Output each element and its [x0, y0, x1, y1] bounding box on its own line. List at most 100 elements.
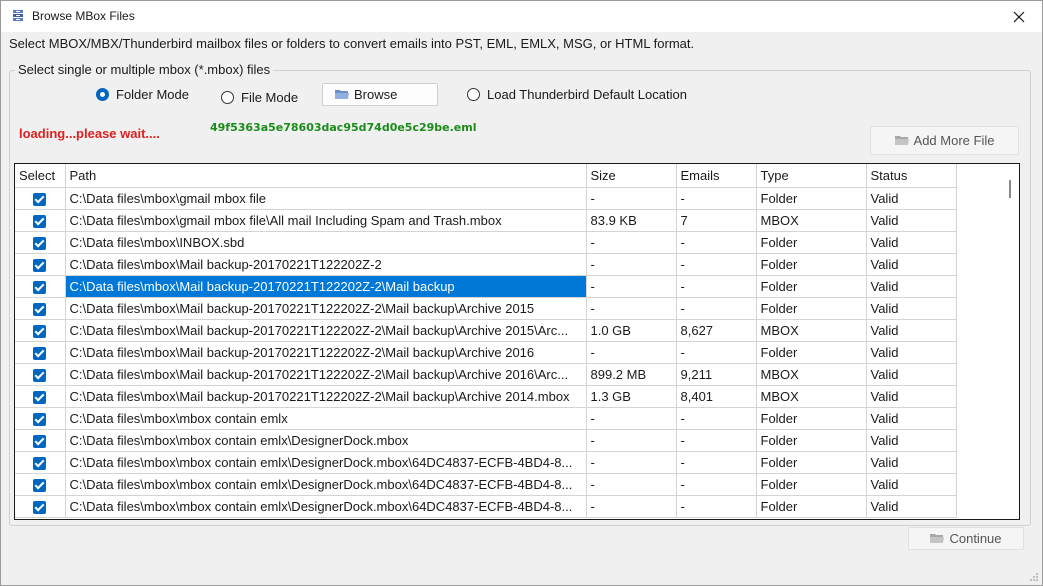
path-cell: C:\Data files\mbox\Mail backup-20170221T…	[65, 275, 587, 298]
size-cell: -	[586, 297, 677, 320]
row-checkbox[interactable]	[33, 500, 47, 514]
path-cell: C:\Data files\mbox\INBOX.sbd	[65, 231, 587, 254]
status-cell: Valid	[866, 253, 957, 276]
emails-cell: 9,211	[676, 363, 757, 386]
status-cell: Valid	[866, 473, 957, 496]
table-row[interactable]: C:\Data files\mbox\mbox contain emlx\Des…	[15, 429, 957, 452]
folder-mode-radio[interactable]: Folder Mode	[96, 87, 189, 102]
browse-button[interactable]: Browse	[322, 83, 438, 106]
path-cell: C:\Data files\mbox\Mail backup-20170221T…	[65, 253, 587, 276]
emails-cell: -	[676, 297, 757, 320]
emails-cell: -	[676, 187, 757, 210]
row-select-cell	[15, 253, 66, 276]
status-cell: Valid	[866, 231, 957, 254]
type-cell: Folder	[756, 495, 867, 518]
folder-icon	[930, 534, 945, 543]
path-cell: C:\Data files\mbox\mbox contain emlx\Des…	[65, 473, 587, 496]
table-row[interactable]: C:\Data files\mbox\Mail backup-20170221T…	[15, 341, 957, 364]
thunderbird-default-radio[interactable]: Load Thunderbird Default Location	[467, 87, 687, 102]
radio-unchecked-indicator	[467, 88, 480, 101]
size-cell: -	[586, 473, 677, 496]
type-cell: Folder	[756, 451, 867, 474]
column-header-type[interactable]: Type	[756, 164, 867, 188]
file-mode-radio[interactable]: File Mode	[221, 90, 298, 105]
table-row[interactable]: C:\Data files\mbox\Mail backup-20170221T…	[15, 253, 957, 276]
path-cell: C:\Data files\mbox\mbox contain emlx	[65, 407, 587, 430]
row-checkbox[interactable]	[33, 324, 47, 338]
mbox-files-grid[interactable]: Select Path Size Emails Type Status C:\D…	[14, 163, 1020, 520]
size-cell: 899.2 MB	[586, 363, 677, 386]
row-checkbox[interactable]	[33, 280, 47, 294]
resize-grip-icon[interactable]	[1029, 572, 1039, 582]
emails-cell: -	[676, 231, 757, 254]
table-row[interactable]: C:\Data files\mbox\Mail backup-20170221T…	[15, 297, 957, 320]
type-cell: Folder	[756, 187, 867, 210]
table-row[interactable]: C:\Data files\mbox\mbox contain emlx\Des…	[15, 451, 957, 474]
row-checkbox[interactable]	[33, 456, 47, 470]
add-more-file-button[interactable]: Add More File	[870, 126, 1019, 155]
type-cell: Folder	[756, 297, 867, 320]
row-checkbox[interactable]	[33, 192, 47, 206]
size-cell: -	[586, 231, 677, 254]
mailbox-stack-icon	[13, 10, 23, 21]
continue-button[interactable]: Continue	[908, 527, 1024, 550]
status-cell: Valid	[866, 297, 957, 320]
type-cell: Folder	[756, 231, 867, 254]
thunderbird-default-label: Load Thunderbird Default Location	[487, 87, 687, 102]
status-cell: Valid	[866, 385, 957, 408]
folder-icon	[894, 136, 909, 145]
path-cell: C:\Data files\mbox\Mail backup-20170221T…	[65, 297, 587, 320]
row-checkbox[interactable]	[33, 478, 47, 492]
emails-cell: 7	[676, 209, 757, 232]
status-cell: Valid	[866, 209, 957, 232]
table-row[interactable]: C:\Data files\mbox\mbox contain emlx - - Fo…	[15, 407, 957, 430]
row-checkbox[interactable]	[33, 302, 47, 316]
status-cell: Valid	[866, 363, 957, 386]
column-header-emails[interactable]: Emails	[676, 164, 757, 188]
type-cell: MBOX	[756, 209, 867, 232]
table-row[interactable]: C:\Data files\mbox\INBOX.sbd - - Folder Vali…	[15, 231, 957, 254]
column-header-select[interactable]: Select	[15, 164, 66, 188]
table-row[interactable]: C:\Data files\mbox\Mail backup-20170221T…	[15, 385, 957, 408]
current-file-name: 49f5363a5e78603dac95d74d0e5c29be.eml	[210, 121, 477, 134]
emails-cell: -	[676, 341, 757, 364]
vertical-scrollbar[interactable]	[1002, 164, 1019, 519]
emails-cell: -	[676, 253, 757, 276]
status-cell: Valid	[866, 319, 957, 342]
table-row[interactable]: C:\Data files\mbox\mbox contain emlx\Des…	[15, 473, 957, 496]
table-row[interactable]: C:\Data files\mbox\Mail backup-20170221T…	[15, 319, 957, 342]
row-checkbox[interactable]	[33, 346, 47, 360]
scrollbar-thumb[interactable]	[1009, 180, 1011, 198]
row-checkbox[interactable]	[33, 412, 47, 426]
table-row[interactable]: C:\Data files\mbox\gmail mbox file - - Fold…	[15, 187, 957, 210]
column-header-path[interactable]: Path	[65, 164, 587, 188]
column-header-size[interactable]: Size	[586, 164, 677, 188]
type-cell: MBOX	[756, 363, 867, 386]
row-select-cell	[15, 407, 66, 430]
table-row[interactable]: C:\Data files\mbox\Mail backup-20170221T…	[15, 275, 957, 298]
emails-cell: -	[676, 495, 757, 518]
close-button[interactable]	[996, 1, 1042, 32]
table-row[interactable]: C:\Data files\mbox\gmail mbox file\All m…	[15, 209, 957, 232]
status-cell: Valid	[866, 341, 957, 364]
add-more-file-label: Add More File	[913, 133, 995, 148]
continue-label: Continue	[949, 531, 1002, 546]
column-header-status[interactable]: Status	[866, 164, 957, 188]
files-table: Select Path Size Emails Type Status C:\D…	[15, 164, 957, 518]
size-cell: -	[586, 451, 677, 474]
row-checkbox[interactable]	[33, 434, 47, 448]
row-checkbox[interactable]	[33, 368, 47, 382]
row-checkbox[interactable]	[33, 390, 47, 404]
row-select-cell	[15, 209, 66, 232]
table-row[interactable]: C:\Data files\mbox\mbox contain emlx\Des…	[15, 495, 957, 518]
table-row[interactable]: C:\Data files\mbox\Mail backup-20170221T…	[15, 363, 957, 386]
row-checkbox[interactable]	[33, 214, 47, 228]
table-header-row: Select Path Size Emails Type Status	[15, 164, 957, 188]
size-cell: -	[586, 495, 677, 518]
type-cell: Folder	[756, 341, 867, 364]
row-checkbox[interactable]	[33, 258, 47, 272]
size-cell: -	[586, 275, 677, 298]
path-cell: C:\Data files\mbox\gmail mbox file\All m…	[65, 209, 587, 232]
row-checkbox[interactable]	[33, 236, 47, 250]
group-legend: Select single or multiple mbox (*.mbox) …	[15, 62, 274, 77]
